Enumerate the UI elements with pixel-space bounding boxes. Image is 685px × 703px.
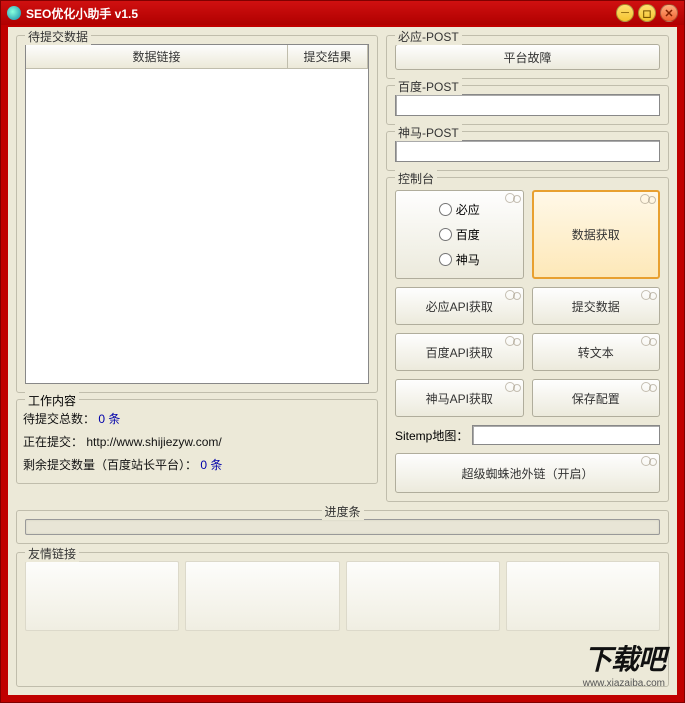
baidu-api-button[interactable]: 百度API获取 [395, 333, 524, 371]
corner-decoration-icon [640, 194, 656, 204]
corner-decoration-icon [505, 193, 521, 203]
submit-data-button[interactable]: 提交数据 [532, 287, 661, 325]
app-window: SEO优化小助手 v1.5 ─ ◻ ✕ 待提交数据 数据链接 提交结果 [0, 0, 685, 703]
save-config-label: 保存配置 [572, 390, 620, 407]
fetch-data-label: 数据获取 [572, 226, 620, 243]
pending-data-group: 待提交数据 数据链接 提交结果 [16, 35, 378, 393]
to-text-button[interactable]: 转文本 [532, 333, 661, 371]
biying-api-label: 必应API获取 [426, 298, 493, 315]
work-total-value: 0 条 [98, 412, 120, 426]
sitemap-row: Sitemp地图： [395, 425, 660, 445]
radio-baidu-label: 百度 [456, 226, 480, 243]
friend-links-body [25, 561, 660, 631]
baidu-api-label: 百度API获取 [426, 344, 493, 361]
biying-post-group: 必应-POST 平台故障 [386, 35, 669, 79]
platform-fault-label: 平台故障 [503, 49, 551, 66]
console-label: 控制台 [395, 170, 437, 187]
corner-decoration-icon [641, 382, 657, 392]
work-total-row: 待提交总数： 0 条 [23, 410, 371, 427]
radio-biying-label: 必应 [456, 201, 480, 218]
console-grid: 必应 百度 神马 [395, 190, 660, 417]
friend-links-group: 友情链接 [16, 552, 669, 687]
submit-data-label: 提交数据 [572, 298, 620, 315]
biying-post-label: 必应-POST [395, 28, 462, 45]
corner-decoration-icon [641, 456, 657, 466]
radio-biying-input[interactable] [439, 203, 452, 216]
baidu-post-label: 百度-POST [395, 78, 462, 95]
work-label: 工作内容 [25, 392, 79, 409]
save-config-button[interactable]: 保存配置 [532, 379, 661, 417]
maximize-button[interactable]: ◻ [638, 4, 656, 22]
shenma-api-button[interactable]: 神马API获取 [395, 379, 524, 417]
column-link[interactable]: 数据链接 [26, 45, 288, 68]
shenma-api-label: 神马API获取 [426, 390, 493, 407]
column-result[interactable]: 提交结果 [288, 45, 368, 68]
work-remain-value: 0 条 [200, 458, 222, 472]
pending-data-label: 待提交数据 [25, 28, 91, 45]
to-text-label: 转文本 [578, 344, 614, 361]
platform-fault-button[interactable]: 平台故障 [395, 44, 660, 70]
baidu-post-group: 百度-POST [386, 85, 669, 125]
pending-table[interactable]: 数据链接 提交结果 [25, 44, 369, 384]
right-pane: 必应-POST 平台故障 百度-POST 神马-POST 控制台 [386, 35, 669, 502]
corner-decoration-icon [641, 290, 657, 300]
corner-decoration-icon [505, 336, 521, 346]
spider-pool-button[interactable]: 超级蜘蛛池外链（开启） [395, 453, 660, 493]
radio-shenma-label: 神马 [456, 251, 480, 268]
corner-decoration-icon [641, 336, 657, 346]
friend-links-label: 友情链接 [25, 545, 79, 562]
corner-decoration-icon [505, 382, 521, 392]
sitemap-input[interactable] [472, 425, 660, 445]
progress-label: 进度条 [321, 503, 363, 520]
radio-shenma-input[interactable] [439, 253, 452, 266]
friend-link-slot[interactable] [25, 561, 179, 631]
close-button[interactable]: ✕ [660, 4, 678, 22]
friend-link-slot[interactable] [346, 561, 500, 631]
fetch-data-button[interactable]: 数据获取 [532, 190, 661, 279]
friend-link-slot[interactable] [185, 561, 339, 631]
progress-group: 进度条 [16, 510, 669, 544]
friend-link-slot[interactable] [506, 561, 660, 631]
work-group: 工作内容 待提交总数： 0 条 正在提交： http://www.shijiez… [16, 399, 378, 484]
minimize-button[interactable]: ─ [616, 4, 634, 22]
table-header: 数据链接 提交结果 [26, 45, 368, 69]
work-submitting-label: 正在提交： [23, 435, 83, 449]
radio-biying[interactable]: 必应 [439, 201, 480, 218]
window-title: SEO优化小助手 v1.5 [26, 5, 138, 22]
radio-baidu-input[interactable] [439, 228, 452, 241]
upper-panes: 待提交数据 数据链接 提交结果 工作内容 待提交总数： 0 条 [16, 35, 669, 502]
shenma-post-input[interactable] [395, 140, 660, 162]
radio-shenma[interactable]: 神马 [439, 251, 480, 268]
work-total-label: 待提交总数： [23, 412, 95, 426]
biying-api-button[interactable]: 必应API获取 [395, 287, 524, 325]
shenma-post-group: 神马-POST [386, 131, 669, 171]
work-submitting-value: http://www.shijiezyw.com/ [86, 435, 221, 449]
content-area: 待提交数据 数据链接 提交结果 工作内容 待提交总数： 0 条 [8, 27, 677, 695]
left-pane: 待提交数据 数据链接 提交结果 工作内容 待提交总数： 0 条 [16, 35, 378, 502]
spider-pool-label: 超级蜘蛛池外链（开启） [461, 465, 593, 482]
sitemap-label: Sitemp地图： [395, 427, 468, 444]
work-remain-label: 剩余提交数量（百度站长平台）： [23, 458, 197, 472]
titlebar[interactable]: SEO优化小助手 v1.5 ─ ◻ ✕ [1, 1, 684, 25]
window-controls: ─ ◻ ✕ [616, 4, 678, 22]
app-icon [7, 6, 21, 20]
work-submitting-row: 正在提交： http://www.shijiezyw.com/ [23, 433, 371, 450]
work-remain-row: 剩余提交数量（百度站长平台）： 0 条 [23, 456, 371, 473]
shenma-post-label: 神马-POST [395, 124, 462, 141]
baidu-post-input[interactable] [395, 94, 660, 116]
progress-bar [25, 519, 660, 535]
corner-decoration-icon [505, 290, 521, 300]
console-group: 控制台 必应 百度 [386, 177, 669, 502]
engine-radio-group: 必应 百度 神马 [395, 190, 524, 279]
radio-baidu[interactable]: 百度 [439, 226, 480, 243]
